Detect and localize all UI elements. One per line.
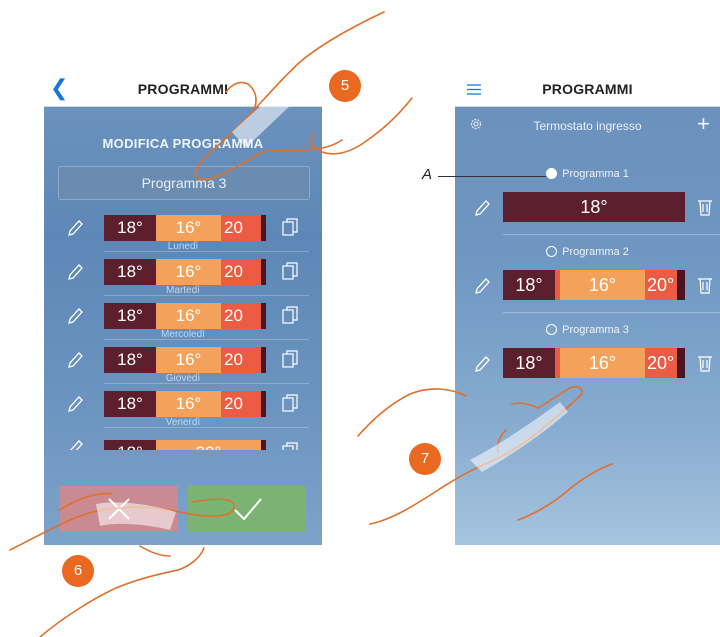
add-program-button[interactable]: + [697,111,710,137]
cancel-button[interactable] [60,486,178,532]
program-radio[interactable]: Programma 2 [455,246,720,258]
temperature-bar[interactable]: 18° 16° 20 [104,391,266,417]
program-name: Programma 3 [562,324,629,336]
program-name: Programma 2 [562,246,629,258]
edit-program-heading: MODIFICA PROGRAMMA [102,136,264,151]
program-radio[interactable]: Programma 1 [455,168,720,180]
copy-icon[interactable] [282,306,298,324]
program-item-1: Programma 1 18° [455,164,720,236]
divider [503,312,720,313]
trash-icon[interactable] [697,354,713,372]
programs-list-screen: PROGRAMMI Termostato ingresso + Programm… [455,72,720,545]
callout-leader-line [438,176,546,177]
radio-selected-icon [546,168,558,179]
pencil-icon[interactable] [66,306,84,326]
temp-segment-4 [261,391,266,417]
temperature-bar[interactable]: 18° 16° 20 [104,347,266,373]
trash-icon[interactable] [697,276,713,294]
day-row-partial: 18° 20° [44,428,322,450]
temp-segment-3: 20 [221,303,261,329]
temp-segment-2: 16° [156,391,221,417]
program-radio[interactable]: Programma 3 [455,324,720,336]
temp-segment-4: 20° [645,270,677,300]
copy-icon[interactable] [282,350,298,368]
temp-segment-3: 20 [221,347,261,373]
temp-segment-1: 18° [503,270,555,300]
pencil-icon[interactable] [66,262,84,282]
temp-segment-4 [261,259,266,285]
temp-segment-1: 18° [503,348,555,378]
temp-segment-3: 20 [221,391,261,417]
callout-label-a: A [422,166,433,183]
temp-segment-4 [261,303,266,329]
temp-segment-1: 18° [104,215,156,241]
step-badge-5: 5 [329,70,361,102]
temp-segment-4 [261,215,266,241]
temp-segment-3: 16° [560,348,645,378]
temp-segment-2: 16° [156,215,221,241]
pencil-icon[interactable] [473,276,491,296]
temp-segment-3: 20 [221,259,261,285]
temperature-bar[interactable]: 18° [503,192,685,222]
pencil-icon[interactable] [473,198,491,218]
temp-segment-1: 18° [104,259,156,285]
temp-segment-5 [677,348,685,378]
pencil-icon[interactable] [66,350,84,370]
temp-segment-1: 18° [104,391,156,417]
confirm-button[interactable] [188,486,306,532]
temperature-bar[interactable]: 18° 16° 20 [104,215,266,241]
step-badge-7: 7 [409,443,441,475]
day-row-tuesday: 18° 16° 20 Martedì [44,252,322,296]
temp-segment-4 [261,440,266,450]
day-row-thursday: 18° 16° 20 Giovedì [44,340,322,384]
pencil-icon[interactable] [66,438,84,450]
x-icon [108,498,130,520]
copy-icon[interactable] [282,262,298,280]
checkmark-icon [234,498,262,521]
temperature-bar[interactable]: 18° 20° [104,440,266,450]
day-row-friday: 18° 16° 20 Venerdì [44,384,322,428]
program-item-3: Programma 3 18° 16° 20° [455,320,720,392]
pencil-icon[interactable] [66,218,84,238]
divider [503,234,720,235]
temp-segment-2: 20° [156,440,261,450]
temperature-bar[interactable]: 18° 16° 20 [104,259,266,285]
radio-unselected-icon [546,324,558,335]
program-name-field[interactable]: Programma 3 [58,166,310,200]
temp-segment-4: 20° [645,348,677,378]
copy-icon[interactable] [282,218,298,236]
temp-segment-1: 18° [503,192,685,222]
temp-segment-2: 16° [156,347,221,373]
trash-icon[interactable] [697,198,713,216]
day-row-wednesday: 18° 16° 20 Mercoledì [44,296,322,340]
program-name: Programma 1 [562,168,629,180]
temp-segment-4 [261,347,266,373]
copy-icon[interactable] [282,442,298,450]
top-bar: PROGRAMMI [455,72,720,107]
temp-segment-1: 18° [104,440,156,450]
temp-segment-5 [677,270,685,300]
temp-segment-2: 16° [156,303,221,329]
pencil-icon[interactable] [66,394,84,414]
thermostat-header: Termostato ingresso + [455,106,720,146]
program-item-2: Programma 2 18° 16° 20° [455,242,720,314]
thermostat-label: Termostato ingresso [533,119,642,133]
temp-segment-3: 16° [560,270,645,300]
step-badge-6: 6 [62,555,94,587]
pencil-icon[interactable] [473,354,491,374]
temp-segment-2: 16° [156,259,221,285]
copy-icon[interactable] [282,394,298,412]
temp-segment-1: 18° [104,303,156,329]
top-bar: ❮ PROGRAMMI [44,72,322,107]
page-title: PROGRAMMI [137,81,229,97]
temp-segment-1: 18° [104,347,156,373]
page-title: PROGRAMMI [542,81,633,97]
temperature-bar[interactable]: 18° 16° 20 [104,303,266,329]
temp-segment-3: 20 [221,215,261,241]
temperature-bar[interactable]: 18° 16° 20° [503,348,685,378]
edit-program-screen: ❮ PROGRAMMI MODIFICA PROGRAMMA Programma… [44,72,322,545]
day-row-monday: 18° 16° 20 Lunedì [44,208,322,252]
radio-unselected-icon [546,246,558,257]
temperature-bar[interactable]: 18° 16° 20° [503,270,685,300]
